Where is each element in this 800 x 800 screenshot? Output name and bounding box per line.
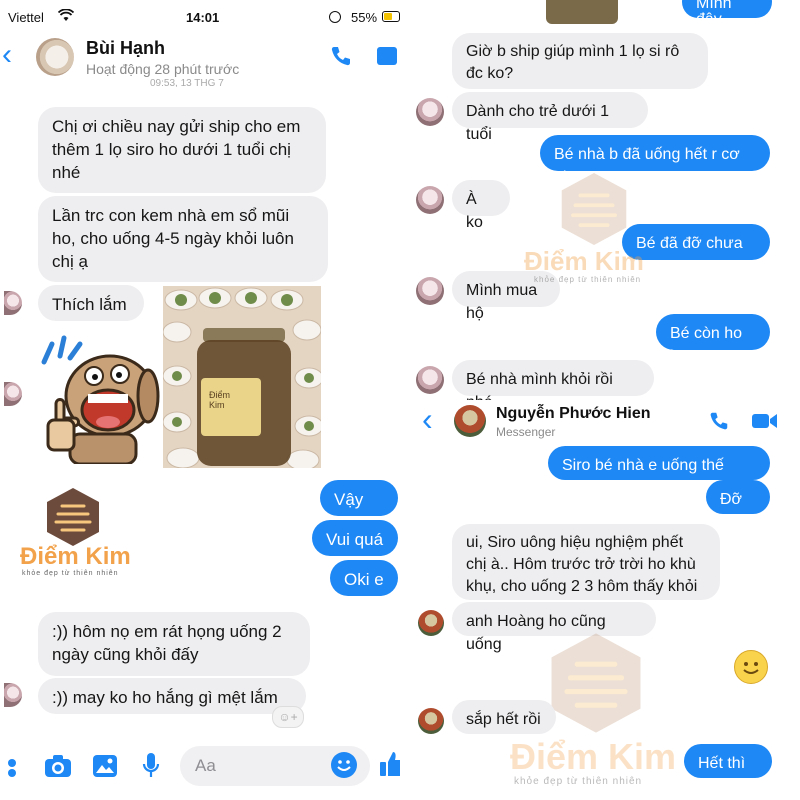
brand-tagline: khỏe đẹp từ thiên nhiên [22,570,119,577]
thumbs-up-dog-sticker[interactable] [30,334,162,469]
clock: 14:01 [186,10,220,25]
avatar[interactable] [454,405,486,437]
message-bubble-outgoing: Vậy ah [320,480,398,532]
message-bubble: ui, Siro uông hiệu nghiệm phết chị à.. H… [452,524,720,600]
active-status: Hoạt động 28 phút trước [86,61,240,77]
back-chevron-icon[interactable]: ‹ [422,403,433,435]
message-bubble: Bé nhà mình khỏi rồi nhé [452,360,654,411]
video-call-icon[interactable] [377,47,397,65]
message-bubble: :)) may ko ho hắng gì mệt lắm [38,678,306,714]
battery-label: 55% [351,10,378,25]
right-chat-screenshot: Mình đây Giờ b ship giúp mình 1 lọ si rô… [406,0,800,800]
timestamp: 09:53, 13 THG 7 [150,78,224,87]
message-bubble-outgoing: Mình đây [682,0,772,18]
brand-logo [558,170,630,253]
brand-tagline: khỏe đẹp từ thiên nhiên [534,275,642,284]
message-bubble-outgoing: Oki e [330,560,398,596]
message-bubble-outgoing: Bé đã đỡ chưa b? [622,224,770,275]
partial-photo [546,0,618,24]
left-chat-screenshot: Viettel 14:01 55% ‹ Bùi Hạnh Hoạt động 2… [0,0,400,800]
message-bubble-outgoing: Vui quá [312,520,398,556]
avatar [4,291,22,315]
smiley-emoji-icon [734,650,768,684]
svg-text:Điểm: Điểm [209,390,230,400]
message-bubble: :)) hôm nọ em rát họng uống 2 ngày cũng … [38,612,310,676]
brand-name: Điểm Kim [20,543,131,570]
more-actions-icon[interactable] [8,759,16,767]
avatar [418,610,444,636]
avatar [416,186,444,214]
message-bubble: À ko [452,180,510,231]
avatar [416,277,444,305]
avatar [416,366,444,394]
product-photo[interactable]: Điểm Kim [163,286,321,468]
brand-name: Điểm Kim [524,246,644,276]
emoji-icon[interactable] [331,752,357,778]
message-bubble: Lần trc con kem nhà em sổ mũi ho, cho uố… [38,196,328,282]
brand-logo [546,630,646,741]
message-bubble: Giờ b ship giúp mình 1 lọ si rô đc ko? [452,33,708,89]
message-bubble-outgoing: Bé còn ho k? [656,314,770,365]
back-chevron-icon[interactable]: ‹ [2,40,12,70]
avatar [418,708,444,734]
carrier-label: Viettel [8,10,44,25]
message-bubble: Chị ơi chiều nay gửi ship cho em thêm 1 … [38,107,326,193]
phone-icon[interactable] [708,410,730,437]
gallery-icon[interactable] [92,754,118,783]
message-bubble: Dành cho trẻ dưới 1 tuổi [452,92,648,143]
brand-tagline: khỏe đẹp từ thiên nhiên [514,776,643,787]
add-reaction-icon[interactable]: ☺+ [272,706,304,728]
wifi-icon [57,8,75,27]
avatar [416,98,444,126]
input-placeholder: Aa [195,756,216,775]
brand-name: Điểm Kim [510,736,677,777]
camera-icon[interactable] [44,754,72,783]
message-bubble: Thích lắm [38,285,144,321]
video-call-icon[interactable] [752,412,778,435]
avatar [4,382,22,406]
contact-subtitle: Messenger [496,425,556,439]
microphone-icon[interactable] [142,752,160,785]
message-bubble-outgoing: Siro bé nhà e uống thế nào? [548,446,770,497]
message-bubble-outgoing: Hết thì ới [684,744,772,795]
battery-icon [382,11,400,22]
contact-name[interactable]: Bùi Hạnh [86,38,165,59]
message-bubble-outgoing: Đỡ k? [706,480,770,531]
avatar [4,683,22,707]
svg-text:Kim: Kim [209,400,225,410]
orientation-lock-icon [329,11,341,23]
phone-icon[interactable] [329,44,353,73]
avatar[interactable] [36,38,74,76]
message-bubble: sắp hết rồi [452,700,556,734]
contact-name[interactable]: Nguyễn Phước Hien [496,405,651,423]
message-bubble-outgoing: Bé nhà b đã uống hết r cơ ah [540,135,770,186]
like-icon[interactable] [380,750,400,783]
